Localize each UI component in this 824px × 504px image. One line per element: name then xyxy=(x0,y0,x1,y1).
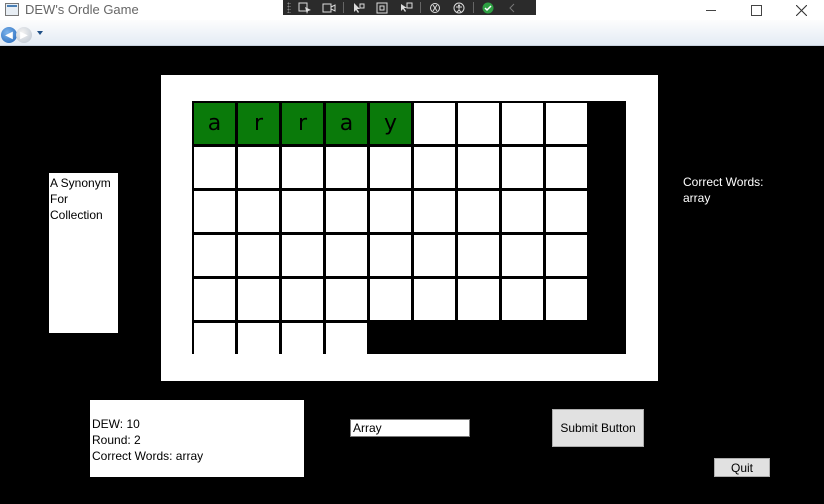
dew-score: DEW: 10 xyxy=(92,417,140,431)
letter-cell xyxy=(326,323,367,354)
letter-cell xyxy=(282,323,323,354)
close-button[interactable] xyxy=(778,0,824,20)
letter-cell: a xyxy=(194,103,235,144)
letter-cell xyxy=(326,147,367,188)
letter-cell xyxy=(546,191,587,232)
letter-cell xyxy=(502,103,543,144)
letter-cell xyxy=(370,235,411,276)
maximize-button[interactable] xyxy=(733,0,779,20)
letter-cell xyxy=(194,235,235,276)
letter-cell xyxy=(546,279,587,320)
letter-cell xyxy=(370,279,411,320)
submit-button[interactable]: Submit Button xyxy=(552,409,644,447)
letter-cell xyxy=(326,235,367,276)
letter-cell xyxy=(414,235,455,276)
minimize-button[interactable] xyxy=(688,0,734,20)
quit-button[interactable]: Quit xyxy=(714,458,770,477)
letter-cell xyxy=(502,191,543,232)
hint-line: A Synonym xyxy=(50,176,111,190)
letter-cell: r xyxy=(282,103,323,144)
chevron-down-icon[interactable] xyxy=(37,31,43,35)
navigation-bar xyxy=(0,20,824,46)
letter-cell xyxy=(238,279,279,320)
game-board: array xyxy=(192,101,626,354)
letter-cell xyxy=(326,191,367,232)
letter-cell xyxy=(282,279,323,320)
stats-panel: DEW: 10 Round: 2 Correct Words: array xyxy=(90,400,304,477)
hot-reload-icon[interactable] xyxy=(425,1,445,14)
letter-cell xyxy=(458,279,499,320)
video-icon[interactable] xyxy=(319,1,339,14)
letter-cell xyxy=(370,191,411,232)
round-counter: Round: 2 xyxy=(92,433,141,447)
letter-cell xyxy=(502,147,543,188)
letter-cell xyxy=(194,279,235,320)
correct-words-panel: Correct Words: array xyxy=(683,174,763,206)
window-title: DEW's Ordle Game xyxy=(25,2,139,17)
letter-cell xyxy=(370,147,411,188)
letter-cell xyxy=(238,147,279,188)
hint-panel: A Synonym For Collection xyxy=(49,173,118,333)
letter-cell xyxy=(282,147,323,188)
letter-cell xyxy=(458,103,499,144)
toolbar-separator xyxy=(420,2,421,13)
letter-grid: array xyxy=(192,101,626,354)
letter-cell xyxy=(194,323,235,354)
forward-arrow-icon[interactable]: ▶ xyxy=(16,27,32,43)
letter-cell xyxy=(282,235,323,276)
hint-line: Collection xyxy=(50,208,103,222)
letter-cell: r xyxy=(238,103,279,144)
letter-cell xyxy=(546,235,587,276)
guess-input[interactable] xyxy=(350,419,470,437)
display-layout-icon[interactable] xyxy=(372,1,392,14)
correct-words-label: Correct Words: xyxy=(683,175,764,189)
close-icon xyxy=(795,4,807,16)
letter-cell xyxy=(502,279,543,320)
letter-cell: y xyxy=(370,103,411,144)
letter-cell xyxy=(414,103,455,144)
letter-cell xyxy=(194,191,235,232)
letter-cell xyxy=(326,279,367,320)
pointer-icon[interactable] xyxy=(348,1,368,14)
letter-cell xyxy=(238,323,279,354)
letter-cell xyxy=(458,235,499,276)
hint-line: For xyxy=(50,192,68,206)
toolbar-separator xyxy=(473,2,474,13)
letter-cell xyxy=(194,147,235,188)
letter-cell xyxy=(414,147,455,188)
letter-cell xyxy=(238,191,279,232)
debug-toolbar xyxy=(283,0,536,15)
correct-words-list: array xyxy=(683,191,711,205)
app-window-icon xyxy=(5,3,19,16)
grip-icon[interactable] xyxy=(287,2,291,13)
letter-cell xyxy=(414,191,455,232)
collapse-icon[interactable] xyxy=(502,1,522,14)
correct-words-summary: Correct Words: array xyxy=(92,449,204,463)
accessibility-icon[interactable] xyxy=(449,1,469,14)
select-element-icon[interactable] xyxy=(295,1,315,14)
letter-cell xyxy=(282,191,323,232)
letter-cell xyxy=(502,235,543,276)
letter-cell xyxy=(238,235,279,276)
back-arrow-icon[interactable]: ◀ xyxy=(1,27,17,43)
letter-cell xyxy=(458,147,499,188)
letter-cell: a xyxy=(326,103,367,144)
letter-cell xyxy=(546,147,587,188)
letter-cell xyxy=(414,279,455,320)
letter-cell xyxy=(458,191,499,232)
track-focus-icon[interactable] xyxy=(396,1,416,14)
toolbar-separator xyxy=(343,2,344,13)
check-icon[interactable] xyxy=(478,1,498,14)
letter-cell xyxy=(546,103,587,144)
